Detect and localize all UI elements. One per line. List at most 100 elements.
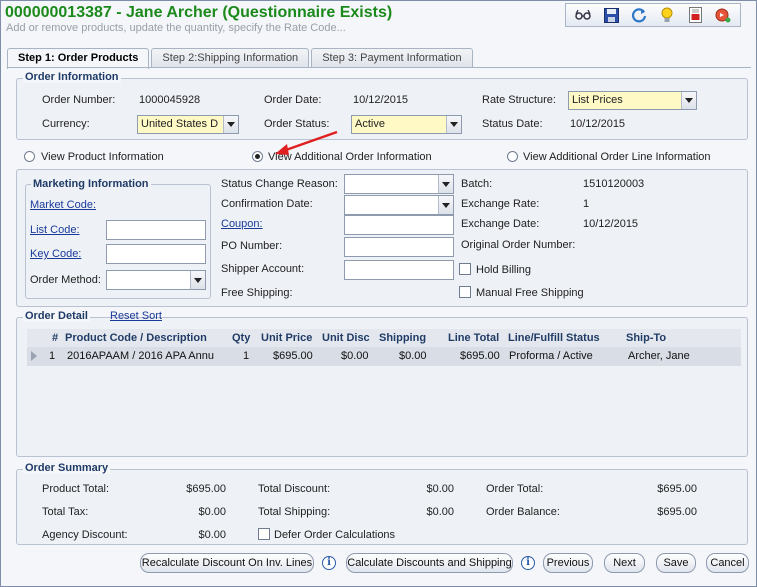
column-header-number[interactable]: # [52, 332, 58, 344]
currency-label: Currency: [42, 118, 90, 130]
marketing-information-legend: Marketing Information [31, 178, 151, 190]
product-total-value: $695.00 [186, 483, 226, 495]
rate-structure-select[interactable]: List Prices [568, 91, 697, 110]
row-line-total: $695.00 [460, 350, 500, 362]
chevron-down-icon[interactable] [681, 92, 696, 109]
status-change-reason-label: Status Change Reason: [221, 178, 338, 190]
reset-sort-link[interactable]: Reset Sort [110, 310, 162, 322]
agency-discount-label: Agency Discount: [42, 529, 128, 541]
product-total-label: Product Total: [42, 483, 110, 495]
order-date-value: 10/12/2015 [353, 94, 409, 106]
currency-select[interactable]: United States D [137, 115, 239, 134]
total-shipping-label: Total Shipping: [258, 506, 331, 518]
column-header-line-total[interactable]: Line Total [448, 332, 499, 344]
original-order-number-label: Original Order Number: [461, 239, 576, 251]
column-header-status[interactable]: Line/Fulfill Status [508, 332, 600, 344]
key-code-link[interactable]: Key Code: [30, 248, 81, 260]
order-method-select[interactable] [106, 270, 206, 290]
view-additional-order-radio[interactable] [252, 151, 263, 162]
status-change-reason-select[interactable] [344, 174, 454, 194]
rate-structure-value: List Prices [572, 94, 623, 106]
exchange-date-label: Exchange Date: [461, 218, 540, 230]
chevron-down-icon[interactable] [446, 116, 461, 133]
row-unit-price: $695.00 [273, 350, 313, 362]
glasses-icon[interactable] [575, 7, 591, 23]
free-shipping-label: Free Shipping: [221, 287, 293, 299]
rate-structure-label: Rate Structure: [482, 94, 556, 106]
calculate-discounts-button[interactable]: Calculate Discounts and Shipping [346, 553, 513, 573]
go-icon[interactable] [715, 7, 731, 23]
hold-billing-checkbox[interactable] [459, 263, 471, 275]
defer-order-calculations-label[interactable]: Defer Order Calculations [274, 529, 395, 541]
status-date-label: Status Date: [482, 118, 543, 130]
column-header-product[interactable]: Product Code / Description [65, 332, 207, 344]
po-number-input[interactable] [344, 237, 454, 257]
exchange-date-value: 10/12/2015 [583, 218, 639, 230]
report-icon[interactable] [687, 7, 703, 23]
tab-shipping-information[interactable]: Step 2:Shipping Information [151, 48, 310, 68]
order-method-label: Order Method: [30, 274, 101, 286]
recalculate-discount-button[interactable]: Recalculate Discount On Inv. Lines [140, 553, 314, 573]
info-icon[interactable]: i [521, 556, 535, 570]
column-header-shipping[interactable]: Shipping [379, 332, 426, 344]
chevron-down-icon[interactable] [190, 271, 205, 289]
chevron-down-icon[interactable] [223, 116, 238, 133]
save-icon[interactable] [603, 7, 619, 23]
order-balance-label: Order Balance: [486, 506, 560, 518]
view-product-radio[interactable] [24, 151, 35, 162]
column-header-unit-disc[interactable]: Unit Disc [322, 332, 370, 344]
order-window: 000000013387 - Jane Archer (Questionnair… [0, 0, 757, 587]
previous-button[interactable]: Previous [543, 553, 593, 573]
info-icon[interactable]: i [322, 556, 336, 570]
market-code-link[interactable]: Market Code: [30, 199, 96, 211]
shipper-account-input[interactable] [344, 260, 454, 280]
order-status-value: Active [355, 118, 385, 130]
cancel-button[interactable]: Cancel [706, 553, 749, 573]
list-code-link[interactable]: List Code: [30, 224, 80, 236]
table-row[interactable]: 1 2016APAAM / 2016 APA Annu 1 $695.00 $0… [27, 347, 741, 366]
agency-discount-value: $0.00 [198, 529, 226, 541]
total-discount-value: $0.00 [426, 483, 454, 495]
order-status-select[interactable]: Active [351, 115, 462, 134]
view-additional-line-radio[interactable] [507, 151, 518, 162]
shipper-account-label: Shipper Account: [221, 263, 305, 275]
row-unit-disc: $0.00 [341, 350, 369, 362]
list-code-input[interactable] [106, 220, 206, 240]
po-number-label: PO Number: [221, 240, 283, 252]
defer-order-calculations-checkbox[interactable] [258, 528, 270, 540]
view-additional-line-label[interactable]: View Additional Order Line Information [523, 151, 711, 163]
order-date-label: Order Date: [264, 94, 322, 106]
manual-free-shipping-label[interactable]: Manual Free Shipping [476, 287, 584, 299]
total-tax-value: $0.00 [198, 506, 226, 518]
batch-value: 1510120003 [583, 178, 645, 190]
tab-order-products[interactable]: Step 1: Order Products [7, 48, 150, 69]
batch-label: Batch: [461, 178, 493, 190]
order-total-value: $695.00 [657, 483, 697, 495]
column-header-ship-to[interactable]: Ship-To [626, 332, 666, 344]
coupon-input[interactable] [344, 215, 454, 235]
status-date-value: 10/12/2015 [570, 118, 626, 130]
order-summary-legend: Order Summary [23, 462, 111, 474]
exchange-rate-value: 1 [583, 198, 590, 210]
column-header-unit-price[interactable]: Unit Price [261, 332, 312, 344]
view-product-label[interactable]: View Product Information [41, 151, 164, 163]
chevron-down-icon[interactable] [438, 196, 453, 214]
order-total-label: Order Total: [486, 483, 544, 495]
refresh-icon[interactable] [631, 7, 647, 23]
chevron-down-icon[interactable] [438, 175, 453, 193]
hold-billing-label[interactable]: Hold Billing [476, 264, 531, 276]
save-button[interactable]: Save [656, 553, 696, 573]
row-ship-to: Archer, Jane [628, 350, 690, 362]
row-qty: 1 [243, 350, 250, 362]
lightbulb-icon[interactable] [659, 7, 675, 23]
column-header-qty[interactable]: Qty [232, 332, 250, 344]
order-number-label: Order Number: [42, 94, 116, 106]
manual-free-shipping-checkbox[interactable] [459, 286, 471, 298]
total-discount-label: Total Discount: [258, 483, 331, 495]
confirmation-date-select[interactable] [344, 195, 454, 215]
page-subtitle: Add or remove products, update the quant… [6, 22, 346, 34]
key-code-input[interactable] [106, 244, 206, 264]
next-button[interactable]: Next [604, 553, 645, 573]
coupon-link[interactable]: Coupon: [221, 218, 263, 230]
tab-payment-information[interactable]: Step 3: Payment Information [311, 48, 473, 68]
